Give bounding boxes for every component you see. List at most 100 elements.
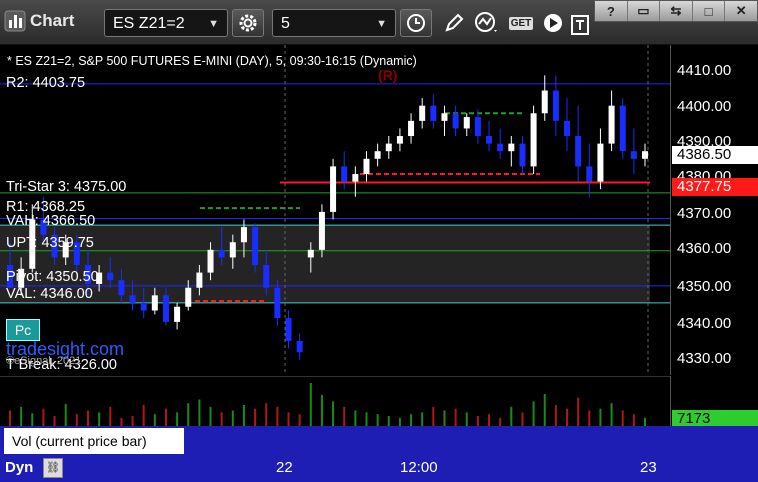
copyright: ©eSignal, 2021	[6, 355, 82, 367]
candle-body	[185, 287, 192, 307]
pc-button[interactable]: Pc	[6, 319, 40, 341]
restore-icon[interactable]: ▭	[628, 1, 661, 21]
candle-body	[174, 306, 181, 322]
play-button[interactable]	[540, 9, 566, 37]
studies-icon	[475, 12, 497, 32]
link-icon[interactable]: ⇆	[660, 1, 693, 21]
interval-clock-button[interactable]	[400, 9, 432, 37]
volume-bar	[510, 406, 513, 427]
symbol-settings-button[interactable]	[232, 9, 264, 37]
volume-legend: Vol (current price bar)	[4, 428, 184, 454]
volume-bar	[588, 410, 591, 427]
help-icon[interactable]: ?	[595, 1, 628, 21]
volume-bar	[532, 401, 535, 427]
volume-bar	[209, 406, 212, 427]
level-label-val: VAL: 4346.00	[6, 286, 93, 302]
link-chain-icon[interactable]: ⛓	[43, 458, 63, 478]
level-label-vah: VAH: 4366.50	[6, 213, 96, 229]
candle-body	[285, 318, 292, 341]
time-tick: 22	[276, 459, 293, 476]
volume-bar	[31, 413, 34, 427]
candle-body	[162, 295, 169, 322]
candle-body	[597, 143, 604, 182]
candle-body	[430, 105, 437, 121]
time-axis[interactable]: Dyn ⛓ 22 12:00 23	[0, 456, 758, 482]
volume-bar	[554, 405, 557, 427]
candle-body	[530, 113, 537, 167]
time-tick: 23	[640, 459, 657, 476]
candle-body	[274, 287, 281, 319]
candle-body	[486, 136, 493, 144]
volume-axis: 7173	[670, 376, 758, 428]
studies-button[interactable]	[472, 9, 502, 37]
red-level-tag: 4377.75	[672, 178, 758, 196]
candle-body	[140, 302, 147, 311]
maximize-icon[interactable]: □	[693, 1, 726, 21]
symbol-input[interactable]: ES Z21=2 ▼	[104, 9, 228, 37]
chevron-down-icon[interactable]: ▼	[376, 10, 387, 38]
time-tick: 12:00	[400, 459, 438, 476]
volume-pane[interactable]	[0, 376, 670, 427]
volume-bar	[142, 405, 145, 427]
candle-body	[619, 105, 626, 152]
candle-body	[118, 280, 125, 296]
volume-bar	[187, 403, 190, 427]
price-tick: 4370.00	[677, 205, 732, 222]
volume-bar	[610, 403, 613, 427]
price-chart[interactable]: * ES Z21=2, S&P 500 FUTURES E-MINI (DAY)…	[0, 45, 670, 375]
candle-body	[452, 113, 459, 129]
candle-body	[541, 90, 548, 114]
price-axis[interactable]: 4410.00 4400.00 4390.00 4380.00 4370.00 …	[670, 45, 758, 375]
candle-body	[229, 242, 236, 258]
chart-header: * ES Z21=2, S&P 500 FUTURES E-MINI (DAY)…	[7, 54, 417, 68]
volume-bar	[421, 412, 424, 427]
candle-body	[642, 151, 648, 159]
candle-body	[151, 295, 158, 311]
candle-body	[519, 143, 526, 167]
clock-icon	[407, 14, 425, 32]
candle-body	[196, 272, 203, 288]
close-icon[interactable]: ×	[170, 428, 178, 443]
interval-input[interactable]: 5 ▼	[272, 9, 396, 37]
candlestick-plot	[0, 45, 670, 375]
volume-bar	[20, 406, 23, 427]
volume-bar	[231, 410, 234, 427]
volume-bar	[543, 394, 546, 427]
candle-body	[263, 265, 270, 288]
candle-body	[586, 166, 593, 182]
gear-icon	[239, 14, 257, 32]
get-icon: GET	[508, 16, 534, 30]
candle-body	[630, 151, 637, 159]
volume-bar	[276, 406, 279, 427]
candle-body	[552, 90, 559, 121]
volume-bar	[354, 410, 357, 427]
close-icon[interactable]: ✕	[725, 1, 757, 21]
candle-body	[441, 113, 448, 121]
volume-bar	[164, 408, 167, 427]
candle-body	[374, 151, 381, 159]
draw-tool-button[interactable]	[440, 9, 468, 37]
volume-bar	[42, 408, 45, 427]
window-controls: ? ▭ ⇆ □ ✕	[594, 0, 758, 22]
dynamic-mode-label[interactable]: Dyn	[5, 459, 33, 476]
candle-body	[240, 227, 247, 243]
candle-body	[396, 136, 403, 144]
text-tool-button[interactable]	[568, 12, 594, 40]
candle-body	[385, 143, 392, 152]
price-tick: 4350.00	[677, 278, 732, 295]
toolbar: Chart ES Z21=2 ▼ 5 ▼ GET ? ▭ ⇆ □ ✕	[0, 0, 758, 45]
candle-body	[463, 117, 470, 129]
price-tick: 4360.00	[677, 240, 732, 257]
volume-bar	[265, 403, 268, 427]
get-data-button[interactable]: GET	[506, 9, 536, 37]
candle-body	[296, 340, 303, 353]
candle-body	[218, 249, 225, 258]
volume-bar	[577, 397, 580, 427]
candle-body	[307, 249, 314, 258]
text-icon	[571, 15, 589, 35]
volume-bar	[9, 410, 11, 427]
volume-bar	[242, 405, 245, 427]
chart-app-icon	[4, 10, 26, 32]
chevron-down-icon[interactable]: ▼	[208, 10, 219, 38]
price-tick: 4410.00	[677, 62, 732, 79]
